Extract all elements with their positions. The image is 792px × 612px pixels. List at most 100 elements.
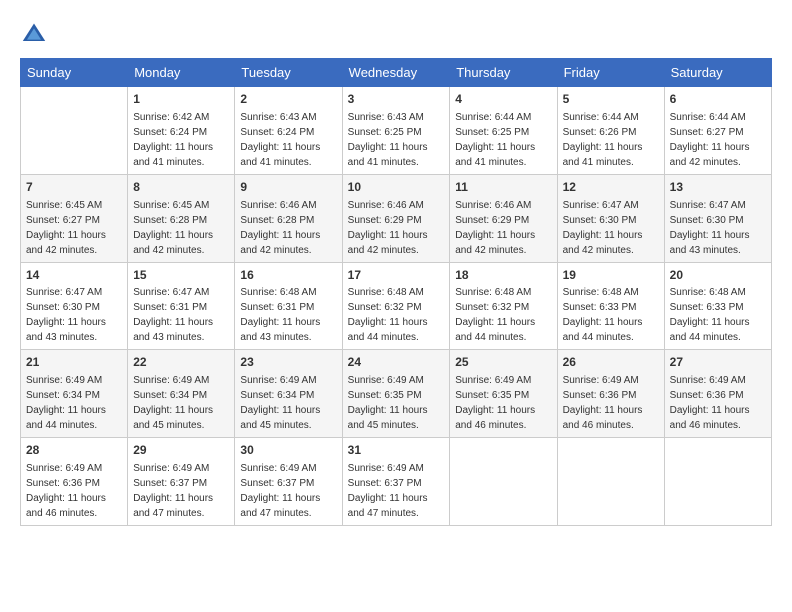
day-info: Sunrise: 6:46 AMSunset: 6:29 PMDaylight:… [455,198,551,258]
day-info: Sunrise: 6:49 AMSunset: 6:34 PMDaylight:… [240,373,336,433]
calendar-week-row: 28Sunrise: 6:49 AMSunset: 6:36 PMDayligh… [21,438,772,526]
logo [20,20,54,48]
day-number: 26 [563,354,659,371]
day-info: Sunrise: 6:49 AMSunset: 6:37 PMDaylight:… [133,461,229,521]
calendar-cell: 19Sunrise: 6:48 AMSunset: 6:33 PMDayligh… [557,262,664,350]
day-info: Sunrise: 6:47 AMSunset: 6:30 PMDaylight:… [563,198,659,258]
logo-icon [20,20,48,48]
calendar-cell: 18Sunrise: 6:48 AMSunset: 6:32 PMDayligh… [450,262,557,350]
day-number: 31 [348,442,445,459]
calendar-cell: 11 Sunrise: 6:46 AMSunset: 6:29 PMDayligh… [450,174,557,262]
day-info: Sunrise: 6:48 AMSunset: 6:31 PMDaylight:… [240,285,336,345]
calendar-cell: 12 Sunrise: 6:47 AMSunset: 6:30 PMDayligh… [557,174,664,262]
day-number: 30 [240,442,336,459]
header-thursday: Thursday [450,59,557,87]
header-sunday: Sunday [21,59,128,87]
day-info: Sunrise: 6:49 AMSunset: 6:34 PMDaylight:… [133,373,229,433]
day-number: 21 [26,354,122,371]
calendar-cell: 1 Sunrise: 6:42 AMSunset: 6:24 PMDaylight… [128,87,235,175]
header-monday: Monday [128,59,235,87]
day-number: 23 [240,354,336,371]
day-info: Sunrise: 6:46 AMSunset: 6:29 PMDaylight:… [348,198,445,258]
day-number: 6 [670,91,766,108]
day-number: 27 [670,354,766,371]
day-number: 29 [133,442,229,459]
day-info: Sunrise: 6:45 AMSunset: 6:28 PMDaylight:… [133,198,229,258]
day-info: Sunrise: 6:49 AMSunset: 6:37 PMDaylight:… [240,461,336,521]
day-info: Sunrise: 6:43 AMSunset: 6:25 PMDaylight:… [348,110,445,170]
day-number: 17 [348,267,445,284]
day-info: Sunrise: 6:48 AMSunset: 6:33 PMDaylight:… [563,285,659,345]
calendar-cell: 30 Sunrise: 6:49 AMSunset: 6:37 PMDayligh… [235,438,342,526]
calendar-cell: 27 Sunrise: 6:49 AMSunset: 6:36 PMDayligh… [664,350,771,438]
header-tuesday: Tuesday [235,59,342,87]
calendar-cell: 5Sunrise: 6:44 AMSunset: 6:26 PMDaylight… [557,87,664,175]
calendar-week-row: 21 Sunrise: 6:49 AMSunset: 6:34 PMDayligh… [21,350,772,438]
calendar-cell: 16Sunrise: 6:48 AMSunset: 6:31 PMDayligh… [235,262,342,350]
calendar-week-row: 7Sunrise: 6:45 AMSunset: 6:27 PMDaylight… [21,174,772,262]
day-info: Sunrise: 6:49 AMSunset: 6:35 PMDaylight:… [455,373,551,433]
day-number: 10 [348,179,445,196]
calendar-cell: 17Sunrise: 6:48 AMSunset: 6:32 PMDayligh… [342,262,450,350]
day-number: 1 [133,91,229,108]
header-saturday: Saturday [664,59,771,87]
calendar-cell: 20Sunrise: 6:48 AMSunset: 6:33 PMDayligh… [664,262,771,350]
calendar-cell [21,87,128,175]
day-info: Sunrise: 6:48 AMSunset: 6:33 PMDaylight:… [670,285,766,345]
day-number: 19 [563,267,659,284]
day-info: Sunrise: 6:47 AMSunset: 6:31 PMDaylight:… [133,285,229,345]
calendar-table: SundayMondayTuesdayWednesdayThursdayFrid… [20,58,772,526]
day-info: Sunrise: 6:44 AMSunset: 6:26 PMDaylight:… [563,110,659,170]
day-info: Sunrise: 6:47 AMSunset: 6:30 PMDaylight:… [670,198,766,258]
calendar-cell: 31 Sunrise: 6:49 AMSunset: 6:37 PMDayligh… [342,438,450,526]
calendar-cell: 24Sunrise: 6:49 AMSunset: 6:35 PMDayligh… [342,350,450,438]
calendar-cell: 23 Sunrise: 6:49 AMSunset: 6:34 PMDayligh… [235,350,342,438]
calendar-cell: 4 Sunrise: 6:44 AMSunset: 6:25 PMDaylight… [450,87,557,175]
day-info: Sunrise: 6:43 AMSunset: 6:24 PMDaylight:… [240,110,336,170]
calendar-cell: 9Sunrise: 6:46 AMSunset: 6:28 PMDaylight… [235,174,342,262]
day-info: Sunrise: 6:42 AMSunset: 6:24 PMDaylight:… [133,110,229,170]
calendar-header-row: SundayMondayTuesdayWednesdayThursdayFrid… [21,59,772,87]
day-number: 16 [240,267,336,284]
page-header [20,20,772,48]
calendar-cell: 22 Sunrise: 6:49 AMSunset: 6:34 PMDayligh… [128,350,235,438]
day-number: 22 [133,354,229,371]
calendar-cell: 3Sunrise: 6:43 AMSunset: 6:25 PMDaylight… [342,87,450,175]
calendar-cell: 29 Sunrise: 6:49 AMSunset: 6:37 PMDayligh… [128,438,235,526]
day-number: 20 [670,267,766,284]
day-info: Sunrise: 6:47 AMSunset: 6:30 PMDaylight:… [26,285,122,345]
day-number: 14 [26,267,122,284]
day-number: 12 [563,179,659,196]
calendar-cell: 13Sunrise: 6:47 AMSunset: 6:30 PMDayligh… [664,174,771,262]
day-number: 15 [133,267,229,284]
day-info: Sunrise: 6:48 AMSunset: 6:32 PMDaylight:… [348,285,445,345]
day-number: 4 [455,91,551,108]
calendar-week-row: 14Sunrise: 6:47 AMSunset: 6:30 PMDayligh… [21,262,772,350]
calendar-cell: 7Sunrise: 6:45 AMSunset: 6:27 PMDaylight… [21,174,128,262]
day-number: 9 [240,179,336,196]
header-wednesday: Wednesday [342,59,450,87]
day-number: 11 [455,179,551,196]
day-info: Sunrise: 6:49 AMSunset: 6:36 PMDaylight:… [563,373,659,433]
day-number: 8 [133,179,229,196]
day-number: 24 [348,354,445,371]
day-info: Sunrise: 6:49 AMSunset: 6:36 PMDaylight:… [26,461,122,521]
day-info: Sunrise: 6:45 AMSunset: 6:27 PMDaylight:… [26,198,122,258]
calendar-cell [557,438,664,526]
header-friday: Friday [557,59,664,87]
day-info: Sunrise: 6:44 AMSunset: 6:25 PMDaylight:… [455,110,551,170]
calendar-cell: 10 Sunrise: 6:46 AMSunset: 6:29 PMDayligh… [342,174,450,262]
calendar-cell [664,438,771,526]
calendar-cell: 28Sunrise: 6:49 AMSunset: 6:36 PMDayligh… [21,438,128,526]
day-number: 25 [455,354,551,371]
calendar-cell: 15Sunrise: 6:47 AMSunset: 6:31 PMDayligh… [128,262,235,350]
calendar-cell: 25 Sunrise: 6:49 AMSunset: 6:35 PMDayligh… [450,350,557,438]
day-number: 2 [240,91,336,108]
day-info: Sunrise: 6:44 AMSunset: 6:27 PMDaylight:… [670,110,766,170]
calendar-cell: 6 Sunrise: 6:44 AMSunset: 6:27 PMDaylight… [664,87,771,175]
day-info: Sunrise: 6:49 AMSunset: 6:36 PMDaylight:… [670,373,766,433]
calendar-cell: 21 Sunrise: 6:49 AMSunset: 6:34 PMDayligh… [21,350,128,438]
day-info: Sunrise: 6:49 AMSunset: 6:34 PMDaylight:… [26,373,122,433]
calendar-cell: 14Sunrise: 6:47 AMSunset: 6:30 PMDayligh… [21,262,128,350]
day-info: Sunrise: 6:49 AMSunset: 6:37 PMDaylight:… [348,461,445,521]
